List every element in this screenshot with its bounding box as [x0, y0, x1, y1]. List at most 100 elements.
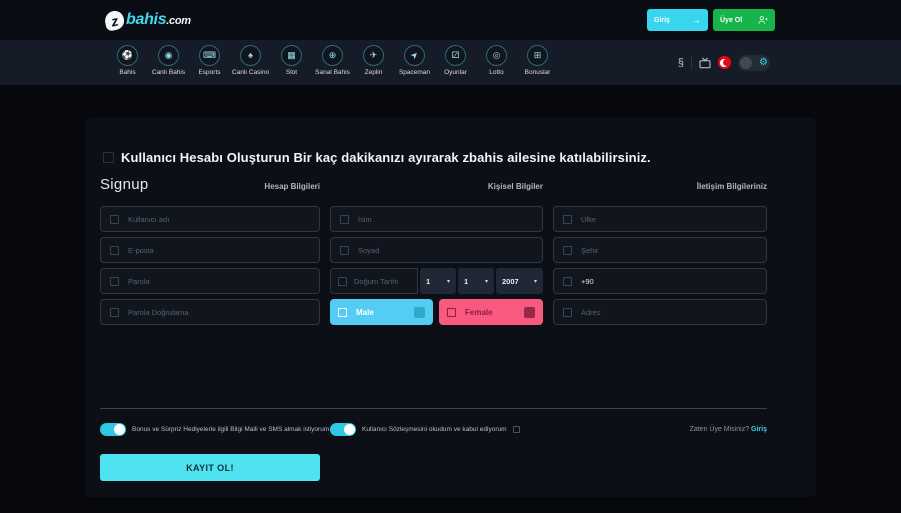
nav-item-lotto[interactable]: ◎ Lotto: [476, 43, 517, 82]
register-button[interactable]: Üye Ol: [713, 9, 775, 31]
add-user-icon: [758, 15, 768, 25]
marketing-consent: Bonus ve Sürpriz Hediyelerle ilgili Bilg…: [100, 423, 320, 436]
tv-icon[interactable]: [699, 57, 711, 69]
signup-heading: Kullanıcı Hesabı Oluşturun Bir kaç dakik…: [121, 150, 651, 165]
gear-icon: ⚙: [759, 58, 768, 68]
terms-consent: Kullanıcı Sözleşmesini okudum ve kabul e…: [330, 423, 543, 436]
address-input[interactable]: [581, 308, 757, 317]
login-link[interactable]: Giriş: [751, 426, 767, 433]
lotto-ball-icon: ◎: [486, 45, 507, 66]
zeppelin-icon: ✈: [363, 45, 384, 66]
password-field-wrap: [100, 268, 320, 294]
checkbox-icon: [447, 308, 456, 317]
marketing-consent-label: Bonus ve Sürpriz Hediyelerle ilgili Bilg…: [132, 426, 331, 433]
support-icon[interactable]: §: [678, 57, 684, 69]
nav-item-zeplin[interactable]: ✈ Zeplin: [353, 43, 394, 82]
country-field-wrap: [553, 206, 767, 232]
theme-settings-toggle[interactable]: ⚙: [738, 55, 770, 71]
female-badge-icon: [524, 307, 535, 318]
heading-checkbox-icon: [103, 152, 114, 163]
virtual-sports-icon: ⊕: [322, 45, 343, 66]
phone-icon: [563, 277, 572, 286]
birthdate-label: Doğum Tarihi: [354, 277, 398, 286]
marketing-toggle[interactable]: [100, 423, 126, 436]
city-icon: [563, 246, 572, 255]
nav-item-bahis[interactable]: ⚽ Bahis: [107, 43, 148, 82]
male-badge-icon: [414, 307, 425, 318]
user-icon: [340, 215, 349, 224]
already-member-text: Zaten Üye Misiniz? Giriş: [553, 426, 767, 433]
login-button[interactable]: Giriş →: [647, 9, 708, 31]
lock-icon: [110, 308, 119, 317]
username-input[interactable]: [128, 215, 310, 224]
live-betting-icon: ◉: [158, 45, 179, 66]
games-dice-icon: ⚂: [445, 45, 466, 66]
terms-toggle[interactable]: [330, 423, 356, 436]
gender-female-button[interactable]: Female: [439, 299, 543, 325]
birth-day-select[interactable]: 1 ▾: [420, 268, 456, 294]
arrow-right-icon: →: [691, 15, 701, 26]
nav-item-sanal-bahis[interactable]: ⊕ Sanal Bahis: [312, 43, 353, 82]
lastname-field-wrap: [330, 237, 543, 263]
city-input[interactable]: [581, 246, 757, 255]
section-header-personal: Kişisel Bilgiler: [330, 182, 543, 191]
signup-title: Signup: [100, 176, 149, 193]
lastname-input[interactable]: [358, 246, 533, 255]
logo-text: bahis.com: [126, 11, 191, 29]
nav-item-slot[interactable]: ▦ Slot: [271, 43, 312, 82]
phone-field-wrap: [553, 268, 767, 294]
nav-item-canli-bahis[interactable]: ◉ Canlı Bahis: [148, 43, 189, 82]
spaceman-rocket-icon: ➤: [404, 45, 425, 66]
gender-male-button[interactable]: Male: [330, 299, 433, 325]
chevron-down-icon: ▾: [447, 278, 450, 285]
terms-consent-label: Kullanıcı Sözleşmesini okudum ve kabul e…: [362, 426, 507, 433]
phone-input[interactable]: [581, 277, 757, 286]
birth-month-select[interactable]: 1 ▾: [458, 268, 494, 294]
turkish-flag-icon[interactable]: [718, 56, 731, 69]
submit-register-button[interactable]: KAYIT OL!: [100, 454, 320, 481]
email-field-wrap: [100, 237, 320, 263]
nav-item-oyunlar[interactable]: ⚂ Oyunlar: [435, 43, 476, 82]
bonus-gift-icon: ⊞: [527, 45, 548, 66]
signup-form: Doğum Tarihi 1 ▾ 1 ▾ 2007 ▾: [100, 206, 767, 325]
logo-z-icon: z: [103, 9, 126, 32]
country-input[interactable]: [581, 215, 757, 224]
logo[interactable]: z bahis.com: [105, 11, 191, 30]
esports-icon: ⌨: [199, 45, 220, 66]
address-field-wrap: [553, 299, 767, 325]
terms-doc-icon[interactable]: [513, 426, 520, 433]
nav-item-canli-casino[interactable]: ♠ Canlı Casino: [230, 43, 271, 82]
firstname-input[interactable]: [358, 215, 533, 224]
section-header-account: Hesap Bilgileri: [264, 182, 320, 191]
firstname-field-wrap: [330, 206, 543, 232]
toggle-knob: [740, 57, 752, 69]
checkbox-icon: [338, 308, 347, 317]
password-confirm-input[interactable]: [128, 308, 310, 317]
signup-panel: Kullanıcı Hesabı Oluşturun Bir kaç dakik…: [85, 118, 816, 497]
location-icon: [563, 308, 572, 317]
main-navigation: ⚽ Bahis ◉ Canlı Bahis ⌨ Esports ♠ Canlı …: [0, 40, 901, 85]
mail-icon: [110, 246, 119, 255]
chevron-down-icon: ▾: [485, 278, 488, 285]
city-field-wrap: [553, 237, 767, 263]
password-input[interactable]: [128, 277, 310, 286]
divider: [691, 56, 692, 70]
nav-item-esports[interactable]: ⌨ Esports: [189, 43, 230, 82]
top-bar: z bahis.com Giriş → Üye Ol: [0, 0, 901, 40]
user-icon: [340, 246, 349, 255]
email-input[interactable]: [128, 246, 310, 255]
lock-icon: [110, 277, 119, 286]
gender-row: Male Female: [330, 299, 543, 325]
calendar-icon: [338, 277, 347, 286]
birth-year-select[interactable]: 2007 ▾: [496, 268, 543, 294]
user-icon: [110, 215, 119, 224]
chevron-down-icon: ▾: [534, 278, 537, 285]
nav-item-spaceman[interactable]: ➤ Spaceman: [394, 43, 435, 82]
globe-icon: [563, 215, 572, 224]
slot-machine-icon: ▦: [281, 45, 302, 66]
divider: [100, 408, 767, 409]
password-confirm-field-wrap: [100, 299, 320, 325]
nav-item-bonuslar[interactable]: ⊞ Bonuslar: [517, 43, 558, 82]
birthdate-row: Doğum Tarihi 1 ▾ 1 ▾ 2007 ▾: [330, 268, 543, 294]
live-casino-icon: ♠: [240, 45, 261, 66]
